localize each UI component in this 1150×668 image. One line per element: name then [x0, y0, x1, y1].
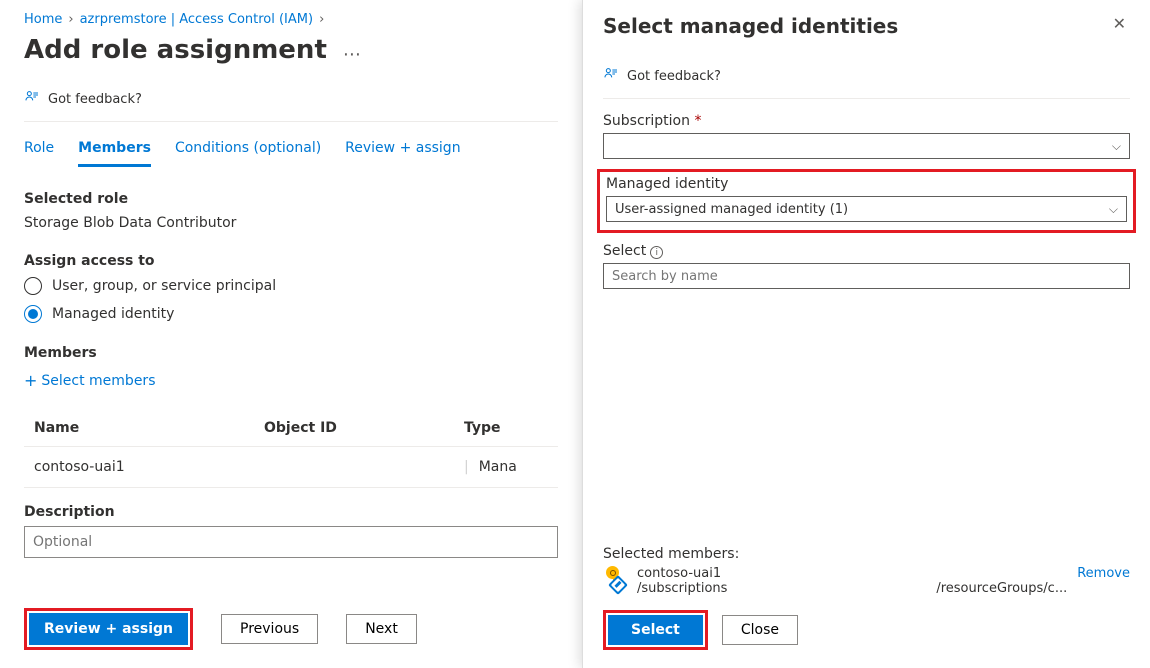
select-button[interactable]: Select — [608, 615, 703, 645]
breadcrumb: Home › azrpremstore | Access Control (IA… — [24, 12, 558, 27]
table-row[interactable]: contoso-uai1 |Mana — [24, 447, 558, 488]
member-text: contoso-uai1 /subscriptions /resourceGro… — [637, 566, 1067, 596]
breadcrumb-separator: › — [68, 12, 73, 27]
left-footer-buttons: Review + assign Previous Next — [24, 608, 417, 650]
feedback-link[interactable]: Got feedback? — [24, 89, 558, 122]
chevron-down-icon: ⌵ — [1109, 202, 1118, 217]
selected-members-area: Selected members: contoso-uai1 /subscrip… — [603, 546, 1130, 596]
member-path-subscriptions: /subscriptions — [637, 581, 727, 596]
next-button[interactable]: Next — [346, 614, 417, 644]
breadcrumb-resource[interactable]: azrpremstore | Access Control (IAM) — [80, 12, 313, 27]
close-button[interactable]: Close — [722, 615, 798, 645]
assign-access-label: Assign access to — [24, 253, 558, 269]
cell-name: contoso-uai1 — [24, 459, 264, 475]
highlight-managed-identity: Managed identity User-assigned managed i… — [597, 169, 1136, 233]
selected-members-label: Selected members: — [603, 546, 1130, 562]
plus-icon: + — [24, 371, 37, 390]
selected-role-label: Selected role — [24, 191, 558, 207]
feedback-icon — [603, 66, 619, 86]
members-table-header: Name Object ID Type — [24, 410, 558, 447]
flyout-footer-buttons: Select Close — [603, 610, 798, 650]
subscription-label: Subscription * — [603, 113, 1130, 129]
tabs: Role Members Conditions (optional) Revie… — [24, 140, 558, 167]
close-icon[interactable]: ✕ — [1109, 14, 1130, 33]
select-members-link[interactable]: + Select members — [24, 371, 155, 390]
cell-object-id — [264, 459, 464, 475]
highlight-review-assign: Review + assign — [24, 608, 193, 650]
select-managed-identities-flyout: Select managed identities ✕ Got feedback… — [582, 0, 1150, 668]
flyout-title: Select managed identities — [603, 14, 898, 38]
breadcrumb-home[interactable]: Home — [24, 12, 62, 27]
radio-icon — [24, 277, 42, 295]
highlight-select: Select — [603, 610, 708, 650]
description-input[interactable] — [24, 526, 558, 558]
select-label: Selecti — [603, 243, 1130, 259]
col-object-id: Object ID — [264, 420, 464, 436]
more-actions-icon[interactable]: ⋯ — [343, 44, 362, 65]
required-asterisk: * — [694, 113, 701, 129]
selected-role-value: Storage Blob Data Contributor — [24, 215, 558, 231]
radio-user-group-sp[interactable]: User, group, or service principal — [24, 277, 558, 295]
breadcrumb-separator: › — [319, 12, 324, 27]
managed-identity-value: User-assigned managed identity (1) — [615, 202, 848, 217]
flyout-header: Select managed identities ✕ — [603, 14, 1130, 38]
main-page: Home › azrpremstore | Access Control (IA… — [0, 0, 582, 668]
info-icon[interactable]: i — [650, 246, 663, 259]
members-label: Members — [24, 345, 558, 361]
managed-identity-icon — [603, 566, 627, 590]
page-title: Add role assignment — [24, 35, 327, 65]
flyout-feedback-link[interactable]: Got feedback? — [603, 58, 1130, 99]
radio-label: User, group, or service principal — [52, 278, 276, 294]
review-assign-button[interactable]: Review + assign — [29, 613, 188, 645]
subscription-dropdown[interactable]: ⌵ — [603, 133, 1130, 159]
radio-icon — [24, 305, 42, 323]
feedback-label: Got feedback? — [48, 92, 142, 107]
col-type: Type — [464, 420, 558, 436]
feedback-icon — [24, 89, 40, 109]
page-title-row: Add role assignment ⋯ — [24, 35, 558, 65]
cell-type: |Mana — [464, 459, 558, 475]
tab-review[interactable]: Review + assign — [345, 140, 460, 167]
tab-members[interactable]: Members — [78, 140, 151, 167]
member-name: contoso-uai1 — [637, 566, 1067, 581]
remove-member-link[interactable]: Remove — [1077, 566, 1130, 581]
managed-identity-label: Managed identity — [606, 176, 1127, 192]
chevron-down-icon: ⌵ — [1112, 139, 1121, 154]
radio-label: Managed identity — [52, 306, 174, 322]
selected-member-row: contoso-uai1 /subscriptions /resourceGro… — [603, 566, 1130, 596]
managed-identity-dropdown[interactable]: User-assigned managed identity (1) ⌵ — [606, 196, 1127, 222]
previous-button[interactable]: Previous — [221, 614, 318, 644]
member-path-resource-groups: /resourceGroups/c... — [936, 581, 1067, 596]
tab-role[interactable]: Role — [24, 140, 54, 167]
select-members-text: Select members — [41, 373, 155, 389]
description-label: Description — [24, 504, 558, 520]
search-input[interactable] — [603, 263, 1130, 289]
assign-access-radio-group: User, group, or service principal Manage… — [24, 277, 558, 323]
feedback-label: Got feedback? — [627, 69, 721, 84]
col-name: Name — [24, 420, 264, 436]
tab-conditions[interactable]: Conditions (optional) — [175, 140, 321, 167]
radio-managed-identity[interactable]: Managed identity — [24, 305, 558, 323]
